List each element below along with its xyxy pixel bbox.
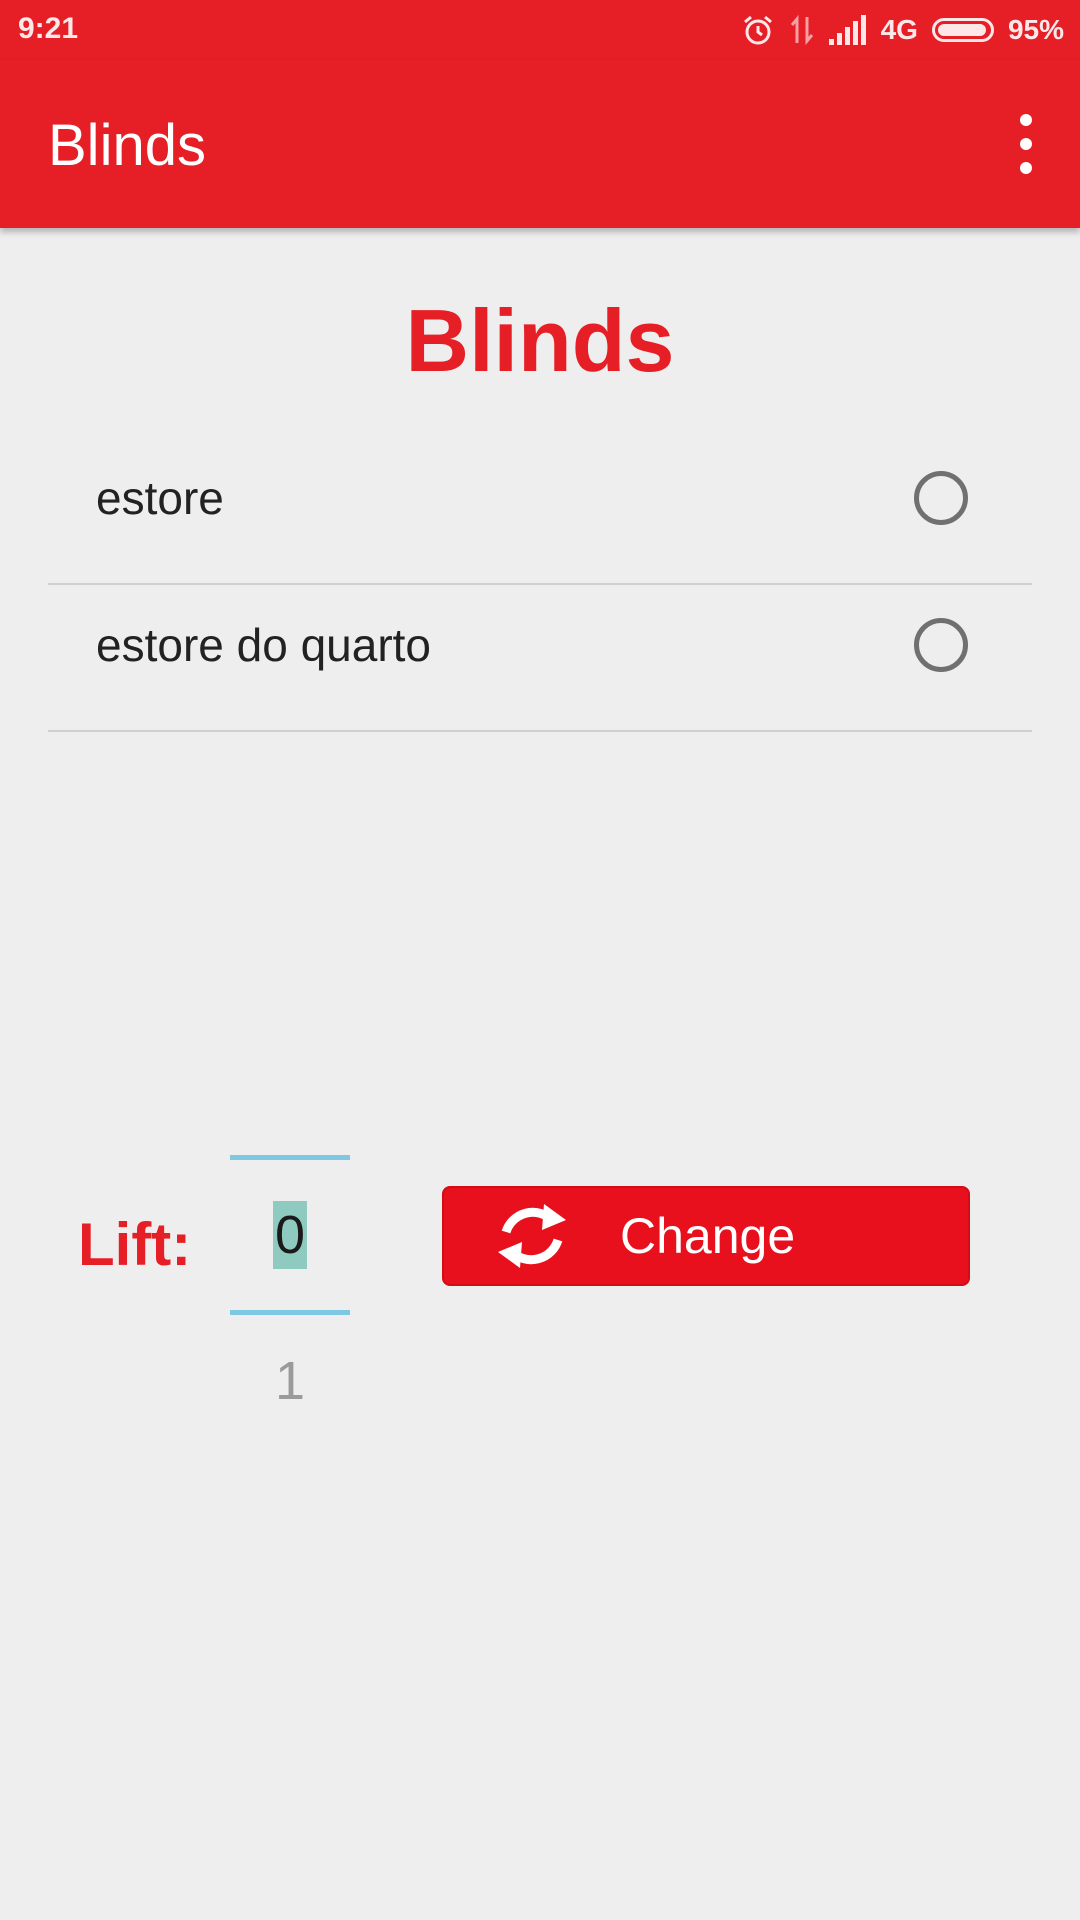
battery-percent: 95% bbox=[1007, 14, 1064, 45]
battery-icon bbox=[931, 18, 994, 42]
data-transfer-icon bbox=[790, 14, 813, 46]
picker-next-value[interactable]: 1 bbox=[230, 1350, 350, 1412]
picker-current-value[interactable]: 0 bbox=[272, 1201, 308, 1269]
blind-label: estore bbox=[96, 472, 224, 524]
alarm-icon bbox=[743, 15, 772, 45]
page-title: Blinds bbox=[405, 291, 675, 390]
refresh-icon bbox=[498, 1204, 566, 1268]
signal-icon bbox=[828, 15, 866, 45]
status-time: 9:21 bbox=[18, 12, 79, 45]
list-item[interactable]: estore bbox=[48, 438, 1032, 585]
lift-number-picker[interactable]: 0 1 bbox=[230, 1155, 350, 1411]
picker-divider-bottom bbox=[230, 1310, 350, 1315]
radio-button[interactable] bbox=[914, 618, 968, 672]
network-type: 4G bbox=[880, 14, 918, 45]
status-bar: 9:21 4G 95% bbox=[0, 0, 1080, 60]
blinds-list: estore estore do quarto bbox=[48, 438, 1032, 732]
overflow-menu-icon[interactable] bbox=[1008, 114, 1044, 174]
lift-label: Lift: bbox=[78, 1211, 192, 1278]
app-bar-title: Blinds bbox=[48, 113, 206, 178]
change-button-label: Change bbox=[620, 1208, 796, 1264]
status-icons: 4G 95% bbox=[741, 10, 1064, 50]
picker-current[interactable]: 0 bbox=[230, 1160, 350, 1310]
change-button[interactable]: Change bbox=[442, 1186, 970, 1286]
radio-button[interactable] bbox=[914, 471, 968, 525]
list-item[interactable]: estore do quarto bbox=[48, 585, 1032, 732]
blind-label: estore do quarto bbox=[96, 619, 432, 671]
app-bar: Blinds bbox=[0, 60, 1080, 228]
